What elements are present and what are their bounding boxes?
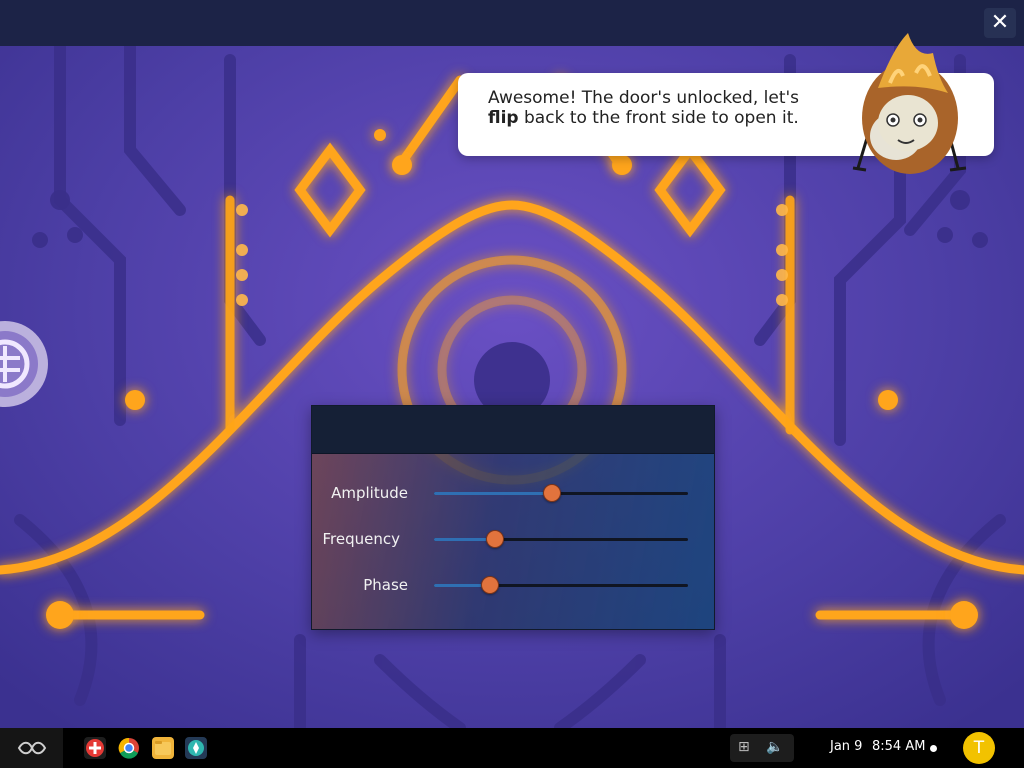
mascot-character-icon — [852, 33, 967, 174]
close-icon: ✕ — [990, 10, 1010, 35]
frequency-slider[interactable] — [434, 530, 688, 550]
endless-launcher-icon — [17, 741, 46, 755]
network-icon[interactable]: ⊞ — [738, 739, 750, 755]
files-icon[interactable] — [152, 737, 174, 759]
user-avatar[interactable]: T — [963, 732, 995, 764]
notification-dot — [930, 745, 937, 752]
panel-header — [312, 406, 714, 454]
phase-label: Phase — [363, 576, 408, 594]
wave-control-panel: Amplitude Frequency Phase — [311, 405, 715, 630]
date-label[interactable]: Jan 9 — [830, 739, 862, 754]
chrome-icon[interactable] — [118, 737, 140, 759]
bubble-message-part1: Awesome! The door's unlocked, let's — [488, 88, 800, 108]
system-tray[interactable]: ⊞ 🔈 — [730, 734, 794, 762]
amplitude-slider[interactable] — [434, 484, 688, 504]
slider-thumb[interactable] — [485, 530, 504, 548]
close-button[interactable]: ✕ — [984, 8, 1016, 38]
add-app-icon[interactable] — [84, 737, 106, 759]
frequency-label: Frequency — [322, 530, 401, 548]
bubble-message-bold: flip — [488, 108, 519, 128]
bubble-message: Awesome! The door's unlocked, let's flip… — [488, 88, 828, 128]
slider-thumb[interactable] — [543, 484, 562, 502]
time-label[interactable]: 8:54 AM — [872, 739, 925, 754]
phase-slider[interactable] — [434, 576, 688, 596]
hack-app-icon[interactable] — [185, 737, 207, 759]
volume-icon[interactable]: 🔈 — [766, 739, 783, 755]
bubble-message-part2: back to the front side to open it. — [518, 108, 799, 128]
slider-fill — [434, 492, 553, 495]
amplitude-label: Amplitude — [331, 484, 408, 502]
launcher-button[interactable] — [0, 728, 63, 768]
taskbar: ⊞ 🔈 Jan 9 8:54 AM T — [0, 728, 1024, 768]
slider-thumb[interactable] — [480, 576, 499, 594]
side-disc-icon[interactable] — [0, 318, 50, 410]
